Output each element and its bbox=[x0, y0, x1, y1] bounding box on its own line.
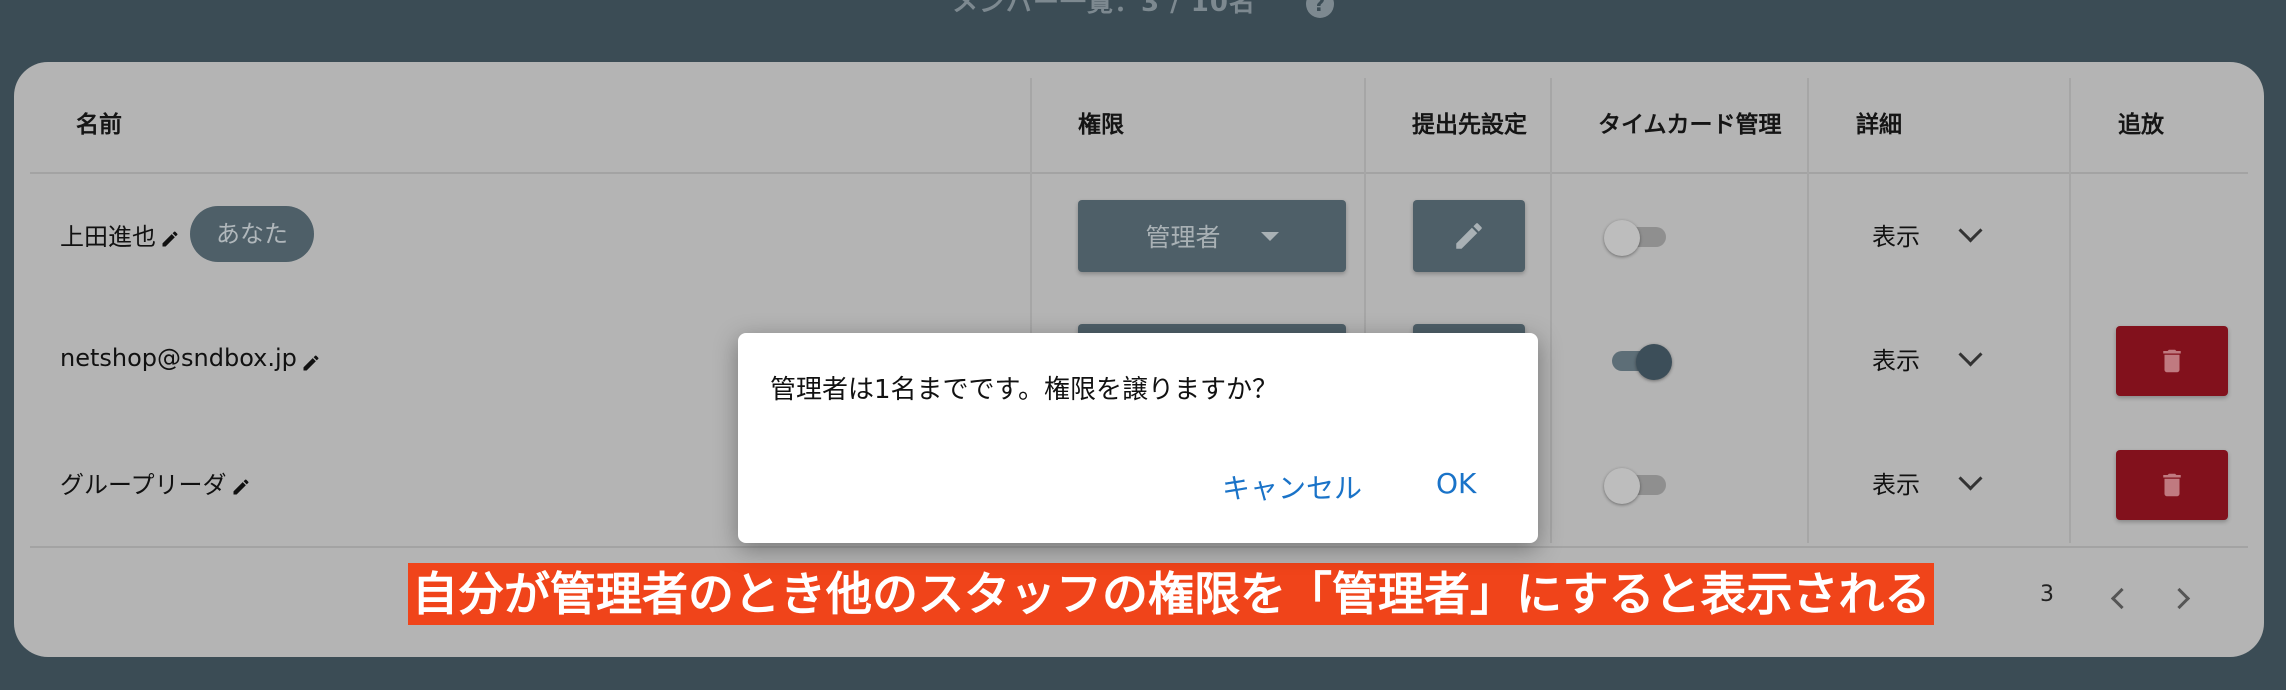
remove-member-button[interactable] bbox=[2116, 326, 2228, 396]
table-footer-divider bbox=[30, 546, 2248, 548]
detail-label: 表示 bbox=[1872, 222, 1920, 251]
you-badge: あなた bbox=[190, 206, 314, 262]
column-header-submit: 提出先設定 bbox=[1412, 112, 1527, 138]
detail-label: 表示 bbox=[1872, 346, 1920, 375]
pagination-text: 3 bbox=[2040, 582, 2054, 607]
dropdown-caret-icon bbox=[1260, 231, 1279, 241]
page-title-text: メンバー一覧：3 / 10名 bbox=[952, 0, 1256, 18]
toggle-thumb bbox=[1636, 344, 1672, 380]
toggle-thumb bbox=[1604, 220, 1640, 256]
detail-label: 表示 bbox=[1872, 470, 1920, 499]
detail-expand[interactable]: 表示 bbox=[1872, 296, 1983, 420]
page-title: メンバー一覧：3 / 10名 ? bbox=[0, 0, 2286, 19]
chevron-down-icon bbox=[1958, 217, 1983, 243]
member-name: 上田進也 bbox=[60, 222, 156, 251]
chevron-down-icon bbox=[1958, 341, 1983, 367]
column-header-timecard: タイムカード管理 bbox=[1598, 112, 1782, 138]
annotation-caption: 自分が管理者のとき他のスタッフの権限を「管理者」にすると表示される bbox=[408, 563, 1935, 625]
member-name-cell: グループリーダ bbox=[60, 420, 251, 544]
help-icon[interactable]: ? bbox=[1305, 0, 1334, 18]
cancel-button[interactable]: キャンセル bbox=[1222, 467, 1362, 507]
member-name-cell: netshop@sndbox.jp bbox=[60, 296, 321, 420]
ok-button[interactable]: OK bbox=[1436, 467, 1476, 500]
prev-page-button[interactable] bbox=[2100, 580, 2136, 616]
edit-name-pencil-icon[interactable] bbox=[301, 351, 321, 371]
member-name: netshop@sndbox.jp bbox=[60, 344, 297, 372]
timecard-toggle[interactable] bbox=[1604, 468, 1670, 504]
detail-expand[interactable]: 表示 bbox=[1872, 420, 1983, 544]
role-select-button[interactable]: 管理者 bbox=[1078, 200, 1346, 272]
edit-name-pencil-icon[interactable] bbox=[160, 227, 180, 247]
column-header-name: 名前 bbox=[76, 112, 122, 138]
table-header: 名前 権限 提出先設定 タイムカード管理 詳細 追放 bbox=[30, 78, 2248, 174]
edit-name-pencil-icon[interactable] bbox=[231, 475, 251, 495]
member-name-cell: 上田進也 あなた bbox=[60, 172, 314, 296]
toggle-thumb bbox=[1604, 468, 1640, 504]
column-header-remove: 追放 bbox=[2118, 112, 2164, 138]
dialog-message: 管理者は1名までです。権限を譲りますか？ bbox=[770, 375, 1278, 405]
next-page-button[interactable] bbox=[2164, 580, 2200, 616]
member-name: グループリーダ bbox=[60, 470, 227, 499]
timecard-toggle[interactable] bbox=[1604, 220, 1670, 256]
remove-member-button[interactable] bbox=[2116, 450, 2228, 520]
chevron-left-icon bbox=[2110, 587, 2132, 609]
role-label: 管理者 bbox=[1145, 223, 1221, 252]
detail-expand[interactable]: 表示 bbox=[1872, 172, 1983, 296]
chevron-right-icon bbox=[2168, 587, 2190, 609]
submit-destination-edit-button[interactable] bbox=[1413, 200, 1525, 272]
table-row: 上田進也 あなた 管理者 表示 bbox=[30, 172, 2248, 296]
trash-icon bbox=[2163, 349, 2181, 373]
column-header-role: 権限 bbox=[1078, 112, 1124, 138]
chevron-down-icon bbox=[1958, 465, 1983, 491]
pencil-icon bbox=[1456, 223, 1482, 249]
timecard-toggle[interactable] bbox=[1604, 344, 1672, 380]
column-header-detail: 詳細 bbox=[1856, 112, 1902, 138]
confirm-dialog: 管理者は1名までです。権限を譲りますか？ キャンセル OK bbox=[738, 333, 1538, 543]
trash-icon bbox=[2163, 473, 2181, 497]
